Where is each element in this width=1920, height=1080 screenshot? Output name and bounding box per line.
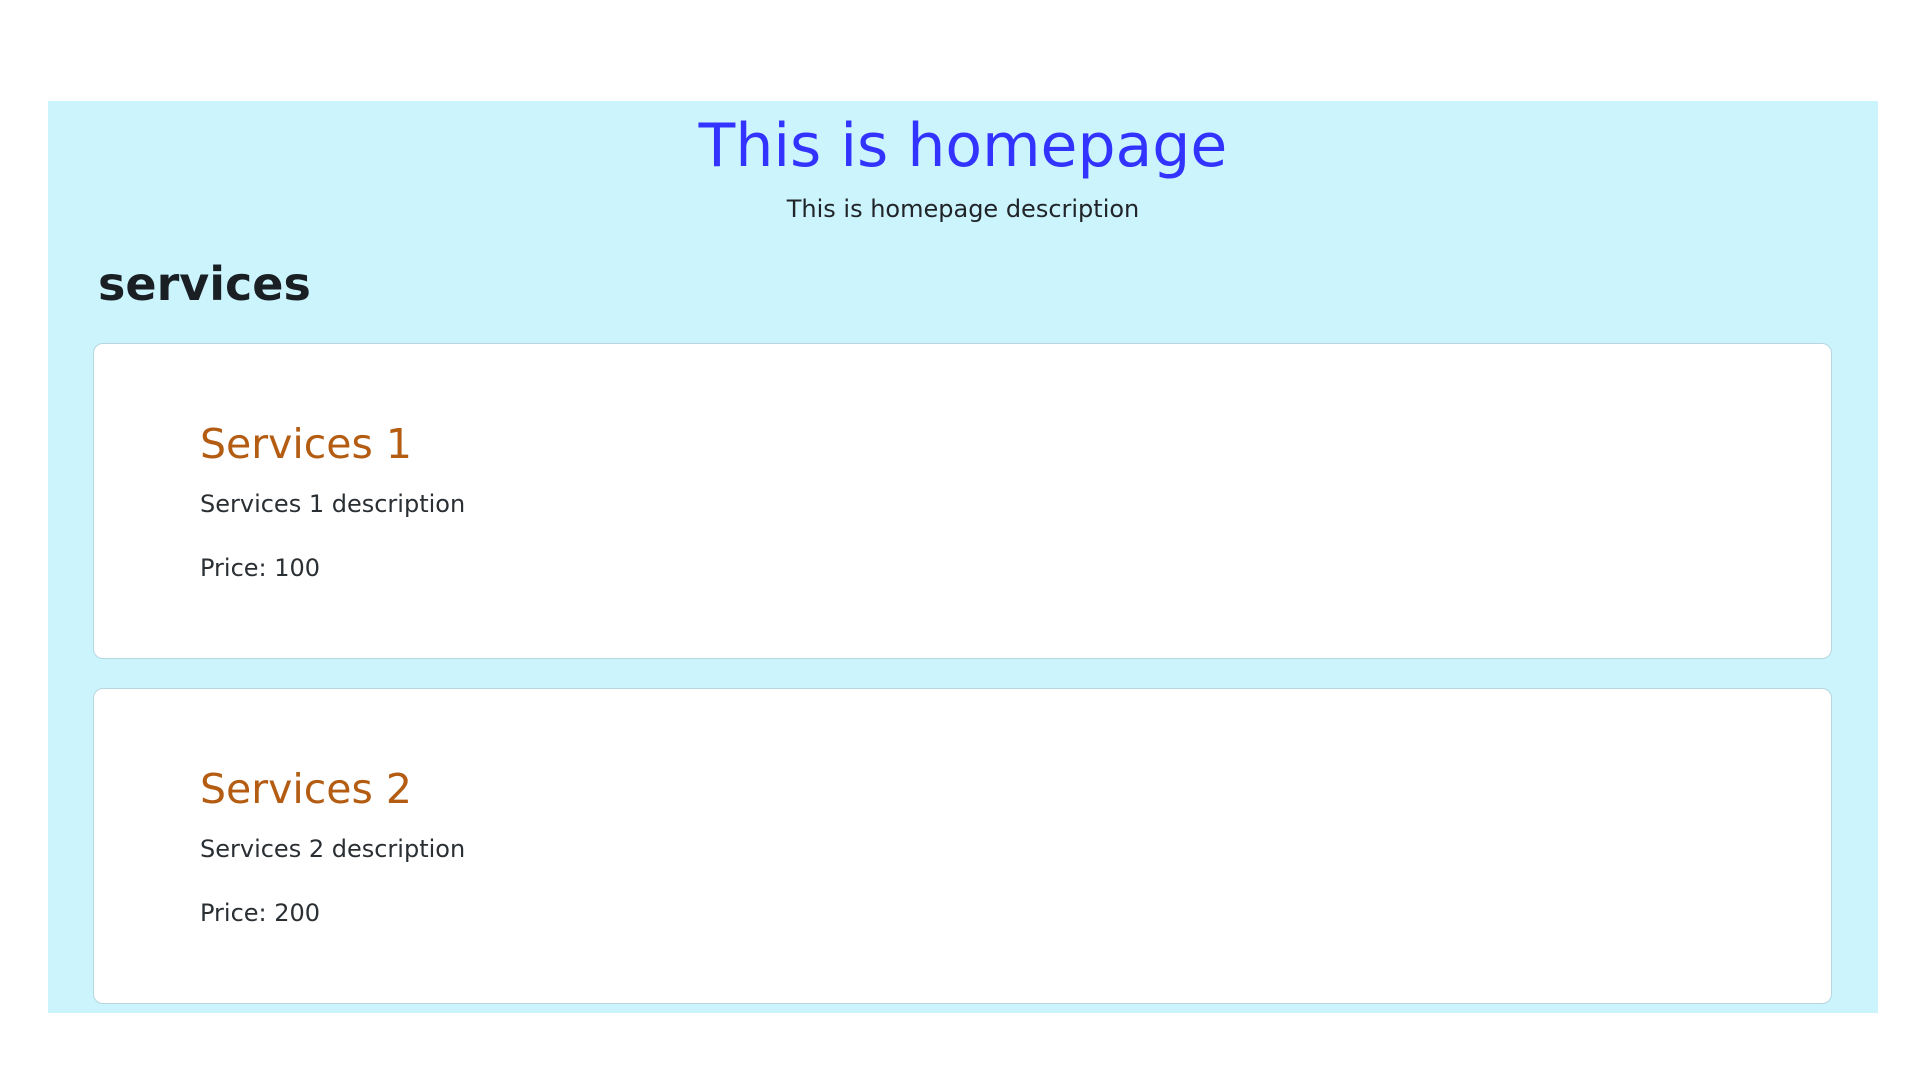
service-description: Services 2 description — [200, 835, 466, 863]
page-title: This is homepage — [698, 111, 1228, 181]
service-card-2: Services 2 Services 2 description Price:… — [93, 688, 1832, 1004]
homepage-container: This is homepage This is homepage descri… — [48, 101, 1878, 1013]
service-price: Price: 100 — [200, 554, 321, 582]
service-card-1: Services 1 Services 1 description Price:… — [93, 343, 1832, 659]
service-title: Services 2 — [200, 765, 413, 813]
page-description: This is homepage description — [786, 195, 1140, 223]
service-title: Services 1 — [200, 420, 413, 468]
service-price: Price: 200 — [200, 899, 321, 927]
services-heading: services — [98, 257, 311, 311]
service-description: Services 1 description — [200, 490, 466, 518]
